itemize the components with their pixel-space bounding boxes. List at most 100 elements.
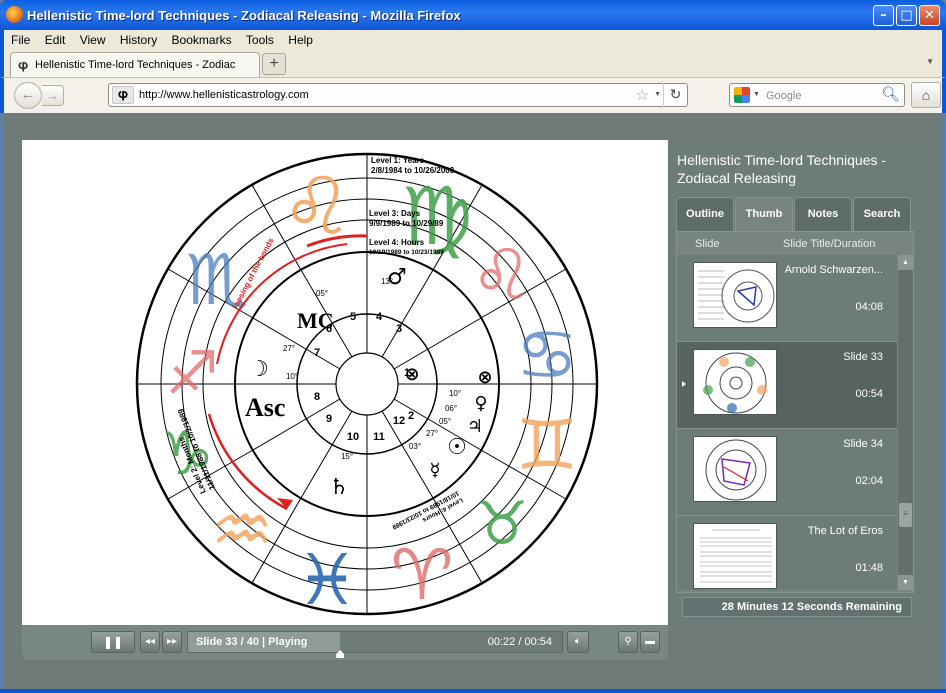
degree-label: 27° [283, 344, 295, 353]
house-2: 2 [408, 410, 414, 422]
back-button[interactable]: ← [14, 82, 42, 109]
slide-column-header: Slide [695, 238, 720, 250]
presentation-title: Hellenistic Time-lord Techniques - Zodia… [677, 152, 887, 186]
attachments-button[interactable]: ⚲ [618, 631, 638, 653]
volume-button[interactable]: 🔈︎ [567, 631, 589, 653]
browser-tab[interactable]: 𝛗 Hellenistic Time-lord Techniques - Zod… [10, 52, 260, 77]
menu-history[interactable]: History [120, 33, 157, 47]
forward-button[interactable]: → [42, 85, 64, 106]
house-9: 9 [326, 413, 332, 425]
window-titlebar: Hellenistic Time-lord Techniques - Zodia… [0, 0, 946, 30]
level4-dates: 10/19/1989 to 10/23/1989 [369, 249, 444, 256]
progress-bar[interactable]: Slide 33 / 40 | Playing 00:22 / 00:54 [187, 631, 563, 658]
scroll-thumb[interactable]: ≡ [899, 503, 912, 527]
site-favicon-icon: 𝛗 [18, 58, 29, 73]
gemini-glyph-icon: ♊ [516, 404, 579, 486]
cancer-glyph-icon: ♋ [516, 314, 579, 396]
house-12: 12 [393, 415, 405, 427]
url-bar[interactable]: 𝛗 http://www.hellenisticastrology.com ☆ … [108, 83, 688, 107]
degree-label: 05° [316, 289, 328, 298]
slide-thumbnail [693, 262, 777, 328]
menu-help[interactable]: Help [288, 33, 313, 47]
url-text[interactable]: http://www.hellenisticastrology.com [139, 89, 309, 101]
slide-list: Arnold Schwarzen... 04:08 Slide 33 00:54 [677, 255, 897, 590]
degree-label: 27° [426, 429, 438, 438]
house-4: 4 [376, 311, 383, 323]
slide-title: The Lot of Eros [807, 525, 883, 537]
browser-tab-label: Hellenistic Time-lord Techniques - Zodia… [35, 59, 235, 71]
tab-notes[interactable]: Notes [794, 197, 852, 231]
menu-view[interactable]: View [80, 33, 106, 47]
mc-label: MC [297, 308, 334, 333]
saturn-icon: ♄ [329, 475, 349, 500]
level4-label: Level 4: Hours [369, 238, 425, 247]
sagittarius-glyph-icon: ♐ [165, 339, 219, 409]
slide-thumbnail [693, 523, 777, 589]
google-engine-icon[interactable] [734, 87, 750, 103]
menu-tools[interactable]: Tools [246, 33, 274, 47]
tab-outline[interactable]: Outline [676, 197, 734, 231]
slide-title: Arnold Schwarzen... [784, 264, 883, 276]
player-controls: ❚❚ ◂◂ ▸▸ Slide 33 / 40 | Playing 00:22 /… [22, 625, 668, 660]
previous-slide-button[interactable]: ◂◂ [140, 631, 160, 653]
new-tab-button[interactable]: + [262, 53, 286, 75]
leo-right-glyph-icon: ♌ [471, 234, 534, 316]
slide-list-item-selected[interactable]: Slide 33 00:54 [677, 342, 897, 429]
sidebar-toggle-button[interactable]: ▬ [640, 631, 660, 653]
slide-status: Slide 33 / 40 | Playing [196, 636, 308, 648]
home-button[interactable]: ⌂ [911, 82, 941, 108]
house-10: 10 [347, 431, 359, 443]
slide-title: Slide 34 [843, 438, 883, 450]
aries-glyph-icon: ♈ [391, 534, 454, 616]
mars-icon: ♂ [387, 265, 407, 290]
degree-label: 06° [445, 404, 457, 413]
menu-bar: File Edit View History Bookmarks Tools H… [0, 30, 946, 50]
slide-title: Slide 33 [843, 351, 883, 363]
slide-duration: 01:48 [855, 562, 883, 574]
slide-thumbnail [693, 436, 777, 502]
pisces-glyph-icon: ♓ [296, 539, 359, 621]
leo-glyph-icon: ♌ [281, 160, 353, 253]
search-bar[interactable]: ▼ Google 🔍︎ [729, 83, 905, 107]
asc-label: Asc [245, 393, 285, 422]
tab-list-chevron-icon[interactable]: ▼ [926, 57, 934, 66]
search-placeholder[interactable]: Google [766, 90, 801, 102]
navigation-toolbar: ← → 𝛗 http://www.hellenisticastrology.co… [0, 77, 946, 113]
menu-file[interactable]: File [11, 33, 30, 47]
url-dropdown-icon[interactable]: ▼ [654, 91, 661, 98]
slide-list-item[interactable]: Arnold Schwarzen... 04:08 [677, 255, 897, 342]
taurus-glyph-icon: ♉ [475, 489, 529, 559]
sidebar-tabs: Outline Thumb Notes Search [676, 197, 914, 231]
slide-list-item[interactable]: Slide 34 02:04 [677, 429, 897, 516]
player-sidebar: Hellenistic Time-lord Techniques - Zodia… [668, 140, 924, 625]
slide-list-item[interactable]: The Lot of Eros 01:48 [677, 516, 897, 590]
house-3: 3 [396, 323, 402, 335]
jupiter-icon: ♃ [467, 416, 483, 437]
slide-duration: 00:54 [855, 388, 883, 400]
degree-label: 10° [449, 389, 461, 398]
scroll-down-button[interactable]: ▼ [898, 575, 913, 590]
tab-thumb[interactable]: Thumb [735, 197, 793, 231]
slide-list-scrollbar[interactable]: ▲ ≡ ▼ [898, 255, 913, 590]
close-button[interactable]: ✕ [919, 5, 940, 26]
level1-label: Level 1: Years [371, 156, 425, 165]
level3-label: Level 3: Days [369, 209, 421, 218]
site-identity-icon[interactable]: 𝛗 [112, 86, 134, 104]
level1-dates: 2/8/1984 to 10/26/2003 [371, 166, 455, 175]
next-slide-button[interactable]: ▸▸ [162, 631, 182, 653]
minimize-button[interactable]: – [873, 5, 894, 26]
pause-button[interactable]: ❚❚ [91, 631, 135, 653]
house-11: 11 [373, 431, 385, 443]
reload-button[interactable]: ↻ [663, 83, 687, 107]
degree-label: 05° [439, 417, 451, 426]
search-engine-dropdown-icon[interactable]: ▼ [753, 91, 760, 98]
tab-search[interactable]: Search [853, 197, 911, 231]
maximize-button[interactable]: □ [896, 5, 917, 26]
house-8: 8 [314, 391, 320, 403]
degree-label: 15° [341, 452, 353, 461]
menu-bookmarks[interactable]: Bookmarks [172, 33, 232, 47]
search-icon[interactable]: 🔍︎ [881, 85, 900, 103]
bookmark-star-icon[interactable]: ☆ [636, 86, 649, 104]
menu-edit[interactable]: Edit [45, 33, 66, 47]
scroll-up-button[interactable]: ▲ [898, 255, 913, 270]
